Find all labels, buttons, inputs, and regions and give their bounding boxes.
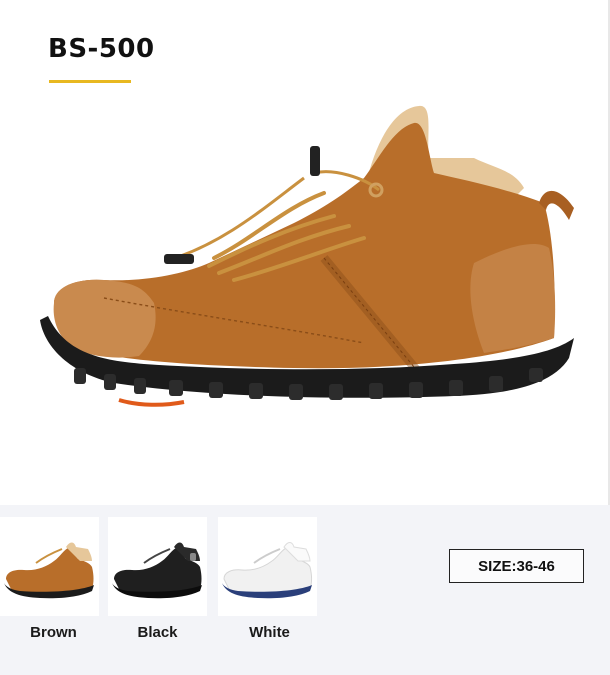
variant-black-label: Black <box>137 624 178 641</box>
hero-shoe-image <box>40 105 574 407</box>
title-underline <box>49 80 131 83</box>
color-variants-row: Brown Black White SIZE:36-46 <box>0 505 610 675</box>
brown-shoe-image <box>4 542 94 599</box>
product-title: BS-500 <box>48 34 155 64</box>
hero-section: BS-500 <box>0 0 610 505</box>
variant-white-thumbnail[interactable] <box>218 517 317 616</box>
variant-white-label: White <box>249 624 290 641</box>
variant-black-thumbnail[interactable] <box>108 517 207 616</box>
black-shoe-image <box>112 542 202 599</box>
variant-brown-thumbnail[interactable] <box>0 517 99 616</box>
size-range-badge: SIZE:36-46 <box>449 549 584 583</box>
variant-brown-label: Brown <box>30 624 77 641</box>
white-shoe-image <box>222 542 312 599</box>
